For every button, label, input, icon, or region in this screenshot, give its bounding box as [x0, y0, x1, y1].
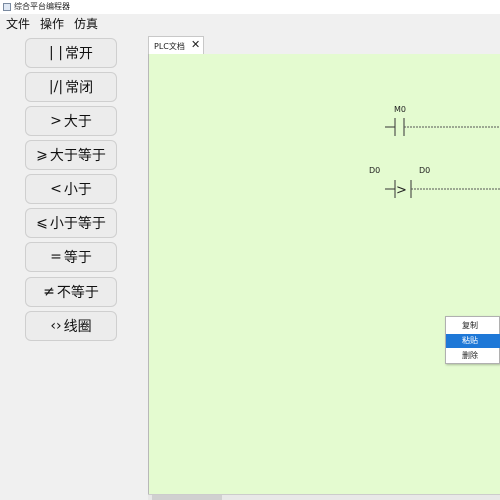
normally-closed-button[interactable]: |/| 常闭: [25, 72, 117, 102]
window-title: 综合平台编程器: [14, 2, 70, 11]
tab-plc-document[interactable]: PLC文档 ✕: [148, 36, 204, 54]
rung-1[interactable]: M0: [385, 105, 500, 136]
compare-operand-2: D0: [419, 166, 430, 175]
greater-equal-icon: ⩾: [36, 147, 48, 163]
menu-file[interactable]: 文件: [6, 17, 30, 31]
equal-icon: =: [50, 249, 62, 265]
context-menu-paste[interactable]: 粘贴: [446, 334, 500, 348]
less-equal-button[interactable]: ⩽ 小于等于: [25, 208, 117, 238]
menu-operate[interactable]: 操作: [40, 17, 64, 31]
not-equal-icon: ≠: [43, 284, 55, 300]
ladder-canvas[interactable]: M0 D0 D0 >: [148, 54, 500, 494]
menu-bar: 文件 操作 仿真: [0, 14, 500, 34]
context-menu: 复制 粘贴 删除: [445, 316, 500, 364]
coil-label: 线圈: [63, 319, 92, 335]
greater-equal-label: 大于等于: [49, 148, 106, 164]
tab-close-icon[interactable]: ✕: [191, 38, 200, 51]
less-equal-icon: ⩽: [36, 215, 48, 231]
normally-closed-icon: |/|: [48, 79, 64, 95]
app-icon: [3, 3, 11, 11]
title-bar: 综合平台编程器: [0, 0, 500, 14]
greater-equal-button[interactable]: ⩾ 大于等于: [25, 140, 117, 170]
menu-simulate[interactable]: 仿真: [74, 17, 98, 31]
normally-closed-label: 常闭: [65, 80, 94, 96]
equal-label: 等于: [63, 250, 92, 266]
scrollbar-thumb[interactable]: [152, 495, 222, 500]
ladder-diagram: M0 D0 D0 >: [369, 105, 500, 198]
less-than-button[interactable]: < 小于: [25, 174, 117, 204]
compare-operand-1: D0: [369, 166, 380, 175]
less-than-icon: <: [50, 181, 62, 197]
greater-than-label: 大于: [63, 114, 92, 130]
not-equal-button[interactable]: ≠ 不等于: [25, 277, 117, 307]
greater-than-button[interactable]: > 大于: [25, 106, 117, 136]
compare-operator: >: [396, 183, 407, 198]
coil-button[interactable]: ‹› 线圈: [25, 311, 117, 341]
less-equal-label: 小于等于: [49, 216, 106, 232]
tab-label: PLC文档: [154, 42, 185, 51]
contact-label-m0: M0: [394, 105, 406, 114]
not-equal-label: 不等于: [56, 285, 99, 301]
rung-2[interactable]: D0 D0 >: [369, 166, 500, 198]
equal-button[interactable]: = 等于: [25, 242, 117, 272]
coil-icon: ‹›: [50, 318, 62, 334]
normally-open-button[interactable]: | | 常开: [25, 38, 117, 68]
less-than-label: 小于: [63, 182, 92, 198]
normally-open-label: 常开: [64, 46, 93, 62]
normally-open-icon: | |: [49, 45, 63, 61]
greater-than-icon: >: [50, 113, 62, 129]
context-menu-delete[interactable]: 删除: [446, 349, 500, 363]
horizontal-scrollbar[interactable]: [148, 494, 500, 500]
context-menu-copy[interactable]: 复制: [446, 319, 500, 333]
